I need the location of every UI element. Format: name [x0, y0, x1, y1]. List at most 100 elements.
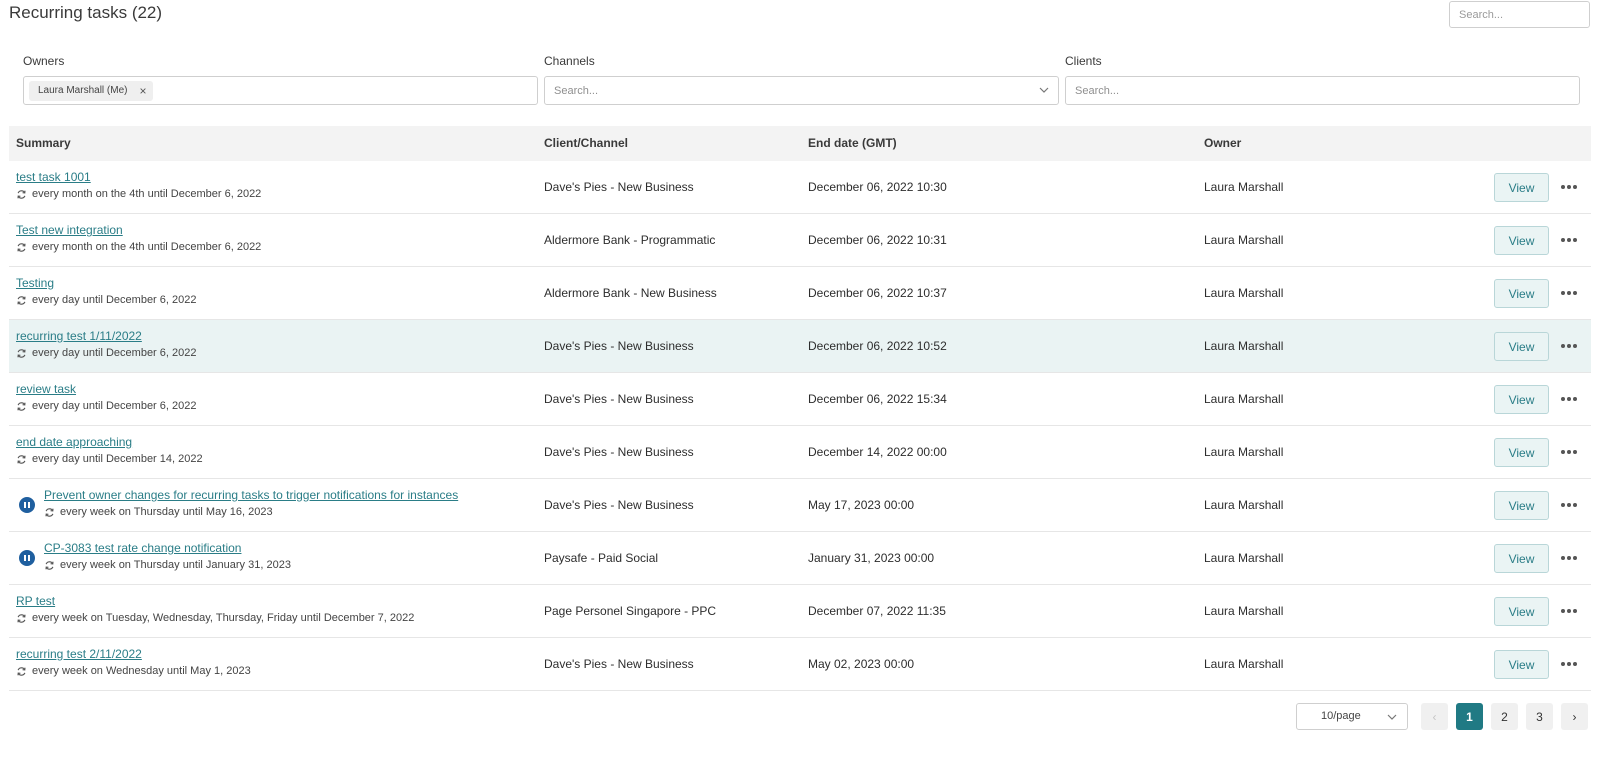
end-date-cell: December 07, 2022 11:35 [808, 604, 946, 618]
task-title-link[interactable]: recurring test 2/11/2022 [16, 647, 142, 661]
view-button[interactable]: View [1494, 385, 1549, 414]
recurring-icon [17, 295, 26, 305]
recurring-icon [17, 348, 26, 358]
view-button[interactable]: View [1494, 650, 1549, 679]
client-channel-cell: Dave's Pies - New Business [544, 445, 694, 459]
search-input[interactable] [1449, 1, 1590, 28]
more-options-icon[interactable] [1561, 185, 1577, 191]
owner-cell: Laura Marshall [1204, 180, 1284, 194]
recurring-icon [17, 666, 26, 676]
task-summary: RP test every week on Tuesday, Wednesday,… [16, 594, 414, 624]
channels-filter-label: Channels [544, 54, 595, 68]
client-channel-cell: Aldermore Bank - New Business [544, 286, 717, 300]
recurrence: every week on Tuesday, Wednesday, Thursd… [16, 612, 414, 624]
view-button[interactable]: View [1494, 597, 1549, 626]
task-summary: recurring test 2/11/2022 every week on We… [16, 647, 251, 677]
table-row: review task every day until December 6, 2… [9, 373, 1591, 426]
owner-cell: Laura Marshall [1204, 233, 1284, 247]
recurring-icon [17, 401, 26, 411]
tasks-table: Summary Client/Channel End date (GMT) Ow… [9, 126, 1591, 691]
close-icon[interactable]: × [139, 81, 146, 101]
pause-icon [19, 497, 35, 513]
recurrence: every week on Thursday until May 16, 202… [44, 506, 458, 518]
task-title-link[interactable]: recurring test 1/11/2022 [16, 329, 142, 343]
recurring-icon [17, 613, 26, 623]
more-options-icon[interactable] [1561, 291, 1577, 297]
recurrence-text: every month on the 4th until December 6,… [32, 188, 262, 200]
chevron-left-icon[interactable]: ‹ [1421, 703, 1448, 730]
column-summary: Summary [16, 136, 71, 150]
recurrence-text: every day until December 14, 2022 [32, 453, 203, 465]
clients-filter[interactable] [1065, 76, 1580, 105]
owner-cell: Laura Marshall [1204, 657, 1284, 671]
chevron-right-icon[interactable]: › [1561, 703, 1588, 730]
chevron-down-icon [1039, 87, 1049, 93]
view-button[interactable]: View [1494, 544, 1549, 573]
task-title-link[interactable]: Prevent owner changes for recurring task… [44, 488, 458, 502]
owners-filter-label: Owners [23, 54, 65, 68]
task-summary: Prevent owner changes for recurring task… [44, 488, 458, 518]
more-options-icon[interactable] [1561, 450, 1577, 456]
recurrence-text: every week on Thursday until May 16, 202… [60, 506, 273, 518]
recurring-icon [45, 560, 54, 570]
view-button[interactable]: View [1494, 438, 1549, 467]
owner-chip-label: Laura Marshall (Me) [38, 85, 128, 96]
task-summary: Test new integration every month on the 4… [16, 223, 261, 253]
task-title-link[interactable]: CP-3083 test rate change notification [44, 541, 241, 555]
recurrence: every week on Thursday until January 31,… [44, 559, 291, 571]
recurrence: every day until December 6, 2022 [16, 294, 196, 306]
view-button[interactable]: View [1494, 491, 1549, 520]
page-size-select[interactable]: 10/page [1296, 703, 1408, 730]
view-button[interactable]: View [1494, 226, 1549, 255]
view-button[interactable]: View [1494, 332, 1549, 361]
more-options-icon[interactable] [1561, 609, 1577, 615]
end-date-cell: January 31, 2023 00:00 [808, 551, 935, 565]
view-button[interactable]: View [1494, 173, 1549, 202]
table-row: CP-3083 test rate change notification eve… [9, 532, 1591, 585]
channels-search-input[interactable] [545, 77, 1058, 104]
task-title-link[interactable]: RP test [16, 594, 55, 608]
more-options-icon[interactable] [1561, 344, 1577, 350]
more-options-icon[interactable] [1561, 556, 1577, 562]
table-row: RP test every week on Tuesday, Wednesday,… [9, 585, 1591, 638]
more-options-icon[interactable] [1561, 662, 1577, 668]
end-date-cell: December 14, 2022 00:00 [808, 445, 947, 459]
channels-filter[interactable] [544, 76, 1059, 105]
end-date-cell: December 06, 2022 10:30 [808, 180, 947, 194]
more-options-icon[interactable] [1561, 503, 1577, 509]
client-channel-cell: Dave's Pies - New Business [544, 392, 694, 406]
task-title-link[interactable]: Test new integration [16, 223, 123, 237]
recurrence: every day until December 6, 2022 [16, 347, 196, 359]
client-channel-cell: Dave's Pies - New Business [544, 498, 694, 512]
end-date-cell: December 06, 2022 15:34 [808, 392, 947, 406]
column-end-date: End date (GMT) [808, 136, 897, 150]
chevron-down-icon [1387, 714, 1397, 720]
owners-filter[interactable]: Laura Marshall (Me) × [23, 76, 538, 105]
more-options-icon[interactable] [1561, 238, 1577, 244]
column-client-channel: Client/Channel [544, 136, 629, 150]
recurrence: every month on the 4th until December 6,… [16, 188, 261, 200]
task-summary: review task every day until December 6, 2… [16, 382, 196, 412]
owner-cell: Laura Marshall [1204, 445, 1284, 459]
clients-search-input[interactable] [1066, 77, 1579, 104]
recurrence-text: every week on Tuesday, Wednesday, Thursd… [32, 612, 415, 624]
task-summary: recurring test 1/11/2022 every day until … [16, 329, 196, 359]
pause-icon [19, 550, 35, 566]
task-title-link[interactable]: review task [16, 382, 76, 396]
page-size-label: 10/page [1321, 710, 1361, 722]
owner-cell: Laura Marshall [1204, 286, 1284, 300]
page-3-button[interactable]: 3 [1526, 703, 1553, 730]
task-title-link[interactable]: end date approaching [16, 435, 132, 449]
client-channel-cell: Paysafe - Paid Social [544, 551, 659, 565]
task-title-link[interactable]: Testing [16, 276, 54, 290]
recurrence: every month on the 4th until December 6,… [16, 241, 261, 253]
page-1-button[interactable]: 1 [1456, 703, 1483, 730]
task-title-link[interactable]: test task 1001 [16, 170, 91, 184]
view-button[interactable]: View [1494, 279, 1549, 308]
table-row: recurring test 2/11/2022 every week on We… [9, 638, 1591, 691]
owner-cell: Laura Marshall [1204, 392, 1284, 406]
recurrence-text: every day until December 6, 2022 [32, 294, 197, 306]
more-options-icon[interactable] [1561, 397, 1577, 403]
end-date-cell: May 17, 2023 00:00 [808, 498, 915, 512]
page-2-button[interactable]: 2 [1491, 703, 1518, 730]
